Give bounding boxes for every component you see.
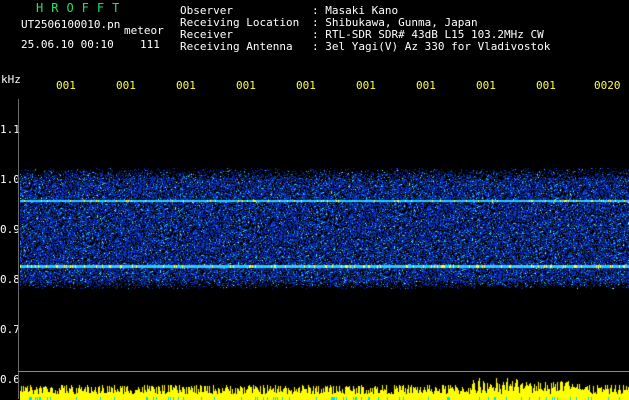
baseline [18,371,629,372]
y-tick-label: 1.0 [0,173,20,186]
meta-value: : 3el Yagi(V) Az 330 for Vladivostok [312,40,551,53]
y-tick-label: 0.6 [0,373,20,386]
y-axis-unit: kHz [1,73,21,86]
x-tick-label: 001 [356,79,376,92]
x-tick-label: 001 [116,79,136,92]
y-axis-line [18,99,19,399]
x-tick-label: 001 [296,79,316,92]
meteor-count: 111 [140,38,160,51]
meta-row-antenna: Receiving Antenna : 3el Yagi(V) Az 330 f… [180,41,550,53]
x-tick-label: 001 [176,79,196,92]
y-tick-label: 0.8 [0,273,20,286]
x-tick-label: 001 [416,79,436,92]
file-name: UT2506100010.pn [21,18,121,31]
x-tick-label: 001 [536,79,556,92]
station-info: Observer : Masaki Kano Receiving Locatio… [180,5,550,53]
x-tick-label: 0020 [594,79,621,92]
y-tick-label: 0.9 [0,223,20,236]
meta-key: Receiving Antenna [180,40,293,53]
meteor-label: meteor [124,24,164,37]
x-tick-label: 001 [56,79,76,92]
y-tick-label: 1.1 [0,123,20,136]
spectrogram-canvas [20,100,629,400]
timestamp: 25.06.10 00:10 [21,38,114,51]
x-tick-label: 001 [476,79,496,92]
y-tick-label: 0.7 [0,323,20,336]
app-title: HROFFT [36,1,128,15]
x-tick-label: 001 [236,79,256,92]
